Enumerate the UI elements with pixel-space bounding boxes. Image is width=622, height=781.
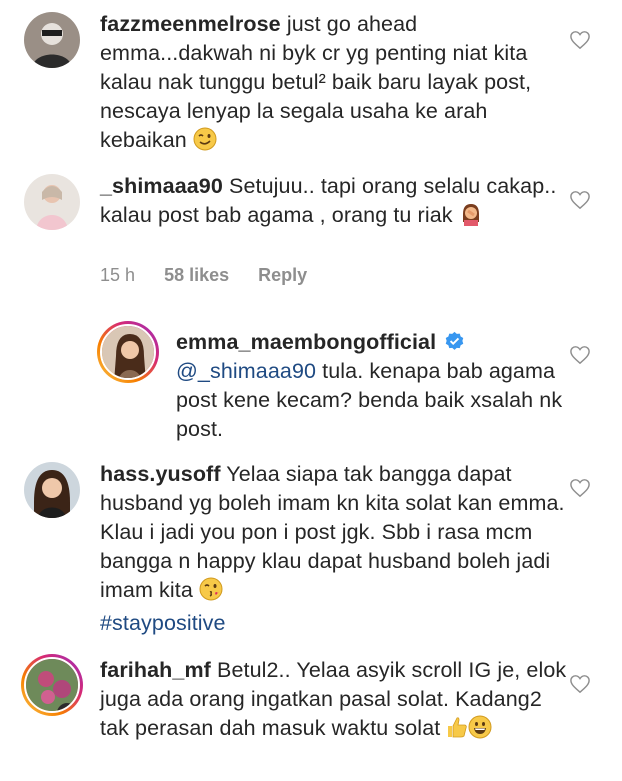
verified-badge-icon xyxy=(446,331,464,350)
comment-text: fazzmeenmelrose just go ahead emma...dak… xyxy=(100,10,570,159)
comment-text: emma_maembongofficial @_shimaaa90 tula. … xyxy=(176,328,576,444)
likes-count[interactable]: 58 likes xyxy=(164,265,229,285)
comment-time: 15 h xyxy=(100,265,136,285)
comment-username[interactable]: _shimaaa90 xyxy=(100,174,223,198)
avatar[interactable] xyxy=(100,324,156,380)
face-blowing-kiss-icon xyxy=(199,577,223,609)
comment-username[interactable]: farihah_mf xyxy=(100,658,211,682)
comment-meta-cropped xyxy=(100,632,400,640)
comment-text: _shimaaa90 Setujuu.. tapi orang selalu c… xyxy=(100,172,570,234)
avatar[interactable] xyxy=(24,657,80,713)
comment-text: farihah_mf Betul2.. Yelaa asyik scroll I… xyxy=(100,656,570,747)
heart-icon[interactable] xyxy=(569,190,591,210)
grinning-face-icon xyxy=(468,715,492,747)
heart-icon[interactable] xyxy=(569,345,591,365)
avatar[interactable] xyxy=(24,462,80,518)
person-facepalming-icon xyxy=(459,202,483,234)
winking-face-icon xyxy=(193,127,217,159)
comment-username[interactable]: fazzmeenmelrose xyxy=(100,12,281,36)
heart-icon[interactable] xyxy=(569,478,591,498)
comment-username[interactable]: emma_maembongofficial xyxy=(176,330,436,354)
avatar[interactable] xyxy=(24,174,80,230)
reply-button[interactable]: Reply xyxy=(258,265,307,285)
comment-username[interactable]: hass.yusoff xyxy=(100,462,221,486)
comment-meta: 15 h 58 likes Reply xyxy=(100,264,331,286)
heart-icon[interactable] xyxy=(569,30,591,50)
comment-text: hass.yusoff Yelaa siapa tak bangga dapat… xyxy=(100,460,570,638)
mention-link[interactable]: @_shimaaa90 xyxy=(176,359,316,383)
comment-meta-cropped xyxy=(100,773,400,781)
avatar[interactable] xyxy=(24,12,80,68)
thumbs-up-icon xyxy=(446,715,468,747)
heart-icon[interactable] xyxy=(569,674,591,694)
